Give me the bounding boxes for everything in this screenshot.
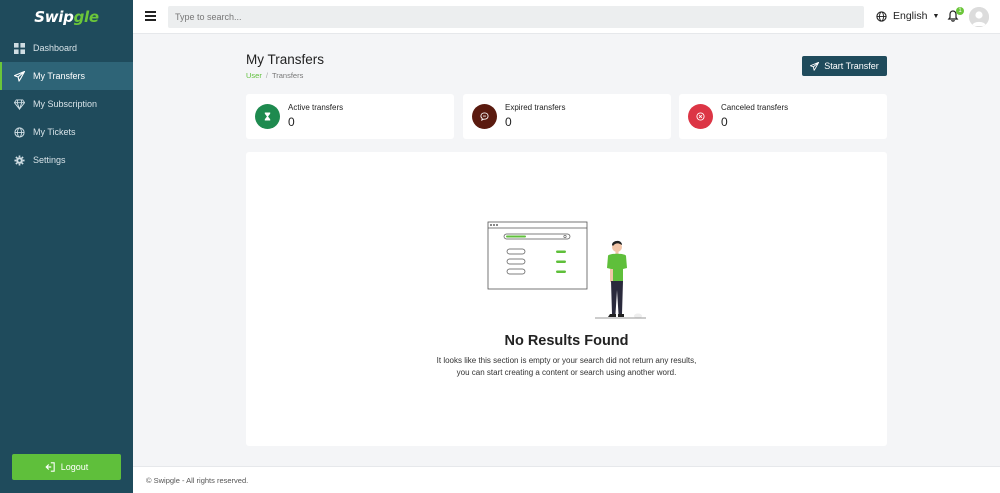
sidebar-item-dashboard[interactable]: Dashboard <box>0 34 133 62</box>
diamond-icon <box>14 98 25 110</box>
footer-copyright: © Swipgle - All rights reserved. <box>146 475 249 485</box>
empty-state-panel: No Results Found It looks like this sect… <box>246 152 887 446</box>
logo-text: Swipgle <box>34 8 99 26</box>
breadcrumb: User / Transfers <box>246 71 303 80</box>
footer: © Swipgle - All rights reserved. <box>133 466 1000 493</box>
top-bar: English ▼ 1 <box>133 0 1000 34</box>
paper-plane-icon <box>810 61 820 71</box>
hourglass-icon <box>264 112 271 121</box>
sidebar-item-label: Settings <box>33 155 66 165</box>
stat-label: Canceled transfers <box>721 103 789 112</box>
globe-icon <box>876 10 887 22</box>
breadcrumb-current: Transfers <box>271 71 304 80</box>
user-avatar-icon <box>969 7 989 27</box>
stat-card-active: Active transfers 0 <box>246 94 454 139</box>
breadcrumb-link-user[interactable]: User <box>246 71 262 80</box>
sidebar: Swipgle Dashboard My Transfers My Subscr… <box>0 0 133 493</box>
close-circle-icon <box>696 112 705 121</box>
stat-label: Active transfers <box>288 103 344 112</box>
sidebar-item-my-tickets[interactable]: My Tickets <box>0 118 133 146</box>
empty-state-line-2: you can start creating a content or sear… <box>456 368 677 377</box>
page-title: My Transfers <box>246 52 325 67</box>
empty-state-illustration <box>487 221 646 319</box>
sidebar-item-label: My Transfers <box>33 71 86 81</box>
stat-value: 0 <box>505 115 512 129</box>
breadcrumb-separator: / <box>265 71 268 80</box>
menu-toggle-icon[interactable] <box>145 11 156 21</box>
stat-card-expired: Expired transfers 0 <box>463 94 671 139</box>
sidebar-item-my-transfers[interactable]: My Transfers <box>0 62 133 90</box>
gear-icon <box>14 154 25 166</box>
empty-state-title: No Results Found <box>504 333 629 349</box>
logout-label: Logout <box>60 462 89 472</box>
search-input[interactable] <box>168 6 864 28</box>
paper-plane-icon <box>14 70 25 82</box>
stat-icon-circle <box>472 104 497 129</box>
empty-state-line-1: It looks like this section is empty or y… <box>436 356 697 365</box>
language-selector[interactable]: English ▼ <box>876 10 939 22</box>
language-label: English <box>893 10 928 22</box>
sidebar-item-label: Dashboard <box>33 43 78 53</box>
stat-icon-circle <box>688 104 713 129</box>
logout-button[interactable]: Logout <box>12 454 121 480</box>
stat-value: 0 <box>721 115 728 129</box>
chevron-down-icon: ▼ <box>932 12 940 20</box>
notification-badge: 1 <box>956 7 964 15</box>
avatar[interactable] <box>969 7 989 27</box>
stat-value: 0 <box>288 115 295 129</box>
logout-icon <box>45 462 55 472</box>
globe-icon <box>14 126 25 138</box>
empty-state-message: It looks like this section is empty or y… <box>246 355 887 379</box>
stat-card-canceled: Canceled transfers 0 <box>679 94 887 139</box>
chat-icon <box>480 112 489 121</box>
sidebar-item-label: My Tickets <box>33 127 76 137</box>
sidebar-nav: Dashboard My Transfers My Subscription M… <box>0 34 133 174</box>
app-logo[interactable]: Swipgle <box>0 0 133 34</box>
start-transfer-label: Start Transfer <box>824 61 879 71</box>
grid-icon <box>14 42 25 54</box>
stat-label: Expired transfers <box>505 103 566 112</box>
start-transfer-button[interactable]: Start Transfer <box>802 56 887 76</box>
sidebar-item-my-subscription[interactable]: My Subscription <box>0 90 133 118</box>
sidebar-item-label: My Subscription <box>33 99 98 109</box>
stat-icon-circle <box>255 104 280 129</box>
sidebar-item-settings[interactable]: Settings <box>0 146 133 174</box>
